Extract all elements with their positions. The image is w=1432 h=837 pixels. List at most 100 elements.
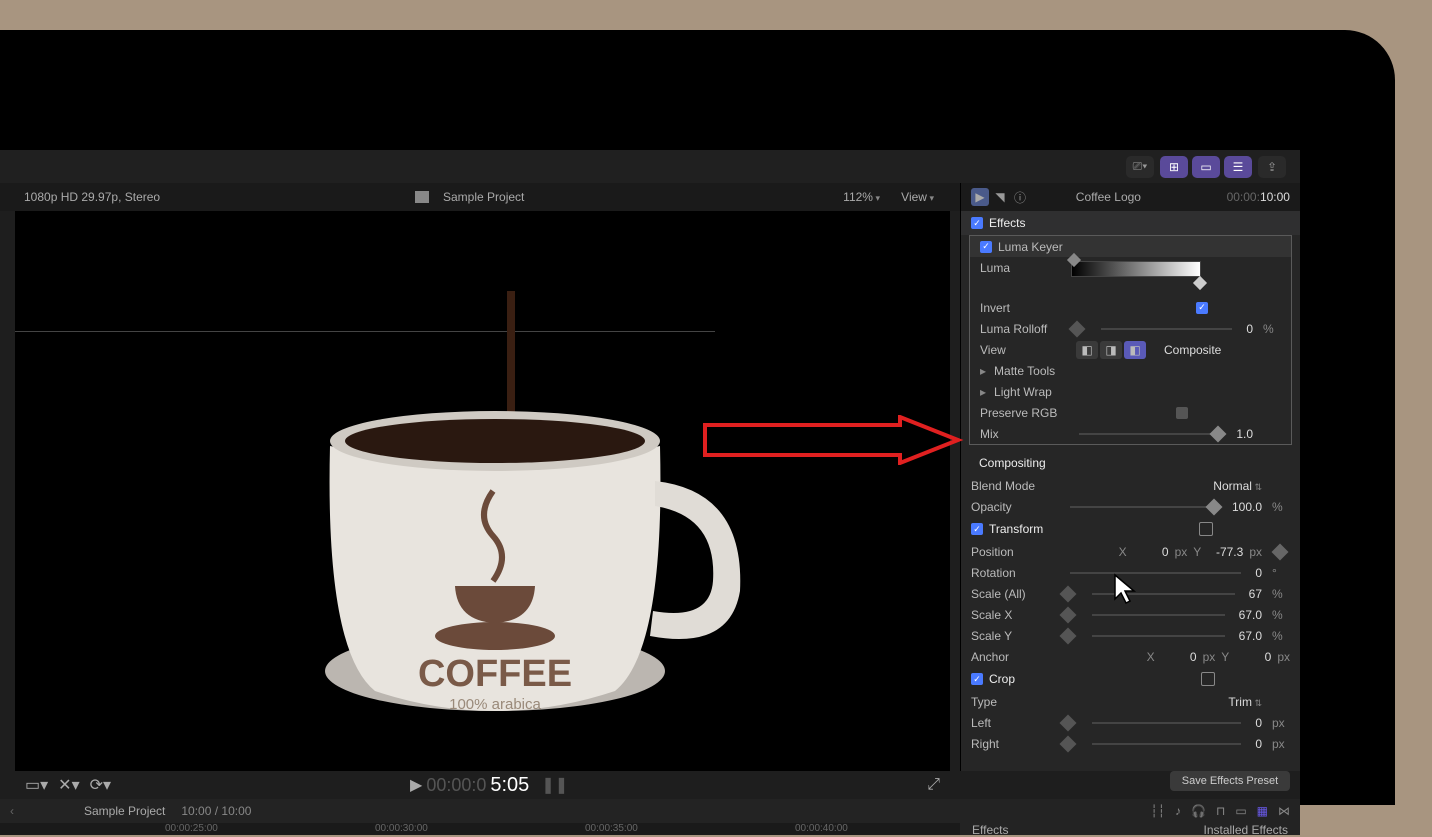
scale-x-slider[interactable] bbox=[1092, 614, 1225, 616]
svg-text:COFFEE: COFFEE bbox=[418, 653, 572, 695]
clip-icon bbox=[415, 191, 429, 203]
rotation-value[interactable]: 0 bbox=[1255, 566, 1266, 580]
skimming-icon[interactable]: ▭ bbox=[1235, 804, 1246, 818]
crop-section-header[interactable]: ✓Crop bbox=[961, 667, 1300, 691]
invert-label: Invert bbox=[980, 301, 1065, 315]
position-label: Position bbox=[971, 545, 1056, 559]
anchor-x-value[interactable]: 0 bbox=[1161, 650, 1197, 664]
layout-grid-icon[interactable]: ⊞ bbox=[1160, 156, 1188, 178]
scale-x-label: Scale X bbox=[971, 608, 1056, 622]
transform-section-header[interactable]: ✓Transform bbox=[961, 517, 1300, 541]
mix-value[interactable]: 1.0 bbox=[1236, 427, 1257, 441]
preserve-rgb-checkbox[interactable] bbox=[1176, 407, 1188, 419]
crop-right-value[interactable]: 0 bbox=[1255, 737, 1266, 751]
playhead-timecode: 5:05 bbox=[490, 774, 529, 797]
invert-checkbox[interactable]: ✓ bbox=[1196, 302, 1208, 314]
layout-timeline-icon[interactable]: ☰ bbox=[1224, 156, 1252, 178]
disclosure-triangle-icon[interactable]: ▸ bbox=[980, 364, 986, 378]
crop-type-value[interactable]: Trim bbox=[1228, 695, 1266, 709]
crop-right-label: Right bbox=[971, 737, 1056, 751]
opacity-slider[interactable] bbox=[1070, 506, 1218, 508]
video-inspector-tab[interactable]: ▶ bbox=[971, 188, 989, 206]
tool-options-icon[interactable]: ✕▾ bbox=[58, 775, 79, 795]
audio-meters-icon[interactable]: ┆┆ bbox=[1151, 804, 1165, 818]
crop-left-value[interactable]: 0 bbox=[1255, 716, 1266, 730]
keyframe-icon[interactable] bbox=[1060, 585, 1077, 602]
connect-icon[interactable]: ⎚▾ bbox=[1126, 156, 1154, 178]
crop-right-slider[interactable] bbox=[1092, 743, 1241, 745]
keyframe-icon[interactable] bbox=[1060, 714, 1077, 731]
retime-options-icon[interactable]: ⟳▾ bbox=[90, 775, 111, 795]
blend-mode-label: Blend Mode bbox=[971, 479, 1056, 493]
headphones-icon[interactable]: 🎧 bbox=[1191, 804, 1206, 818]
fullscreen-icon[interactable]: ⤢ bbox=[927, 776, 940, 794]
matte-tools-label[interactable]: Matte Tools bbox=[994, 364, 1055, 378]
timeline-duration: 10:00 / 10:00 bbox=[181, 804, 251, 818]
crop-left-slider[interactable] bbox=[1092, 722, 1241, 724]
compositing-section-header[interactable]: Compositing bbox=[961, 451, 1300, 475]
clip-name: Coffee Logo bbox=[1076, 190, 1141, 204]
zoom-dropdown[interactable]: 112% bbox=[843, 190, 880, 204]
effects-label[interactable]: Effects bbox=[972, 823, 1008, 835]
scale-all-slider[interactable] bbox=[1092, 593, 1235, 595]
rotation-label: Rotation bbox=[971, 566, 1056, 580]
disclosure-triangle-icon[interactable]: ▸ bbox=[980, 385, 986, 399]
save-effects-preset-button[interactable]: Save Effects Preset bbox=[1170, 771, 1290, 791]
layout-filmstrip-icon[interactable]: ▭ bbox=[1192, 156, 1220, 178]
display-options-icon[interactable]: ▭▾ bbox=[25, 775, 48, 795]
crop-type-label: Type bbox=[971, 695, 1056, 709]
viewer-canvas[interactable]: COFFEE 100% arabica bbox=[15, 211, 950, 771]
keyframe-icon[interactable] bbox=[1069, 320, 1086, 337]
share-icon[interactable]: ⇪ bbox=[1258, 156, 1286, 178]
pause-icon[interactable]: ❚❚ bbox=[541, 775, 568, 795]
keyframe-icon[interactable] bbox=[1060, 735, 1077, 752]
luma-keyer-checkbox[interactable]: ✓ bbox=[980, 241, 992, 253]
effects-section-header[interactable]: ✓Effects bbox=[961, 211, 1300, 235]
light-wrap-label[interactable]: Light Wrap bbox=[994, 385, 1052, 399]
snapping-icon[interactable]: ⊓ bbox=[1216, 804, 1225, 818]
opacity-label: Opacity bbox=[971, 500, 1056, 514]
transform-checkbox[interactable]: ✓ bbox=[971, 523, 983, 535]
keyframe-icon[interactable] bbox=[1272, 543, 1289, 560]
keyframe-icon[interactable] bbox=[1060, 606, 1077, 623]
scale-x-value[interactable]: 67.0 bbox=[1239, 608, 1266, 622]
view-dropdown[interactable]: View bbox=[901, 190, 934, 204]
luma-keyer-title: Luma Keyer bbox=[998, 240, 1063, 254]
audio-skimming-icon[interactable]: ♪ bbox=[1175, 804, 1181, 818]
installed-effects-label[interactable]: Installed Effects bbox=[1204, 823, 1289, 835]
luma-label: Luma bbox=[980, 261, 1065, 275]
rotation-slider[interactable] bbox=[1070, 572, 1241, 574]
rolloff-slider[interactable] bbox=[1101, 328, 1232, 330]
blend-mode-value[interactable]: Normal bbox=[1213, 479, 1266, 493]
effects-browser-icon[interactable]: ⋈ bbox=[1278, 804, 1290, 818]
index-icon[interactable]: ▦ bbox=[1257, 804, 1268, 818]
effects-browser-footer: Effects Installed Effects bbox=[960, 823, 1300, 835]
rolloff-value[interactable]: 0 bbox=[1246, 322, 1257, 336]
info-inspector-tab[interactable]: ⓘ bbox=[1011, 188, 1029, 206]
reset-icon[interactable] bbox=[1201, 672, 1215, 686]
reset-icon[interactable] bbox=[1199, 522, 1213, 536]
scale-all-value[interactable]: 67 bbox=[1249, 587, 1266, 601]
position-x-value[interactable]: 0 bbox=[1133, 545, 1169, 559]
effects-checkbox[interactable]: ✓ bbox=[971, 217, 983, 229]
mix-slider[interactable] bbox=[1079, 433, 1222, 435]
anchor-y-value[interactable]: 0 bbox=[1235, 650, 1271, 664]
scale-y-value[interactable]: 67.0 bbox=[1239, 629, 1266, 643]
preview-content: COFFEE 100% arabica bbox=[235, 291, 755, 751]
viewer-playbar: ▭▾ ✕▾ ⟳▾ ▶ 00:00:05:05 ❚❚ ⤢ bbox=[15, 771, 950, 799]
timeline-nav-back[interactable]: ‹ bbox=[10, 804, 14, 818]
inspector-panel: ✓Effects ✓Luma Keyer Luma Invert ✓ Luma … bbox=[960, 211, 1300, 771]
view-mode-2[interactable]: ◨ bbox=[1100, 341, 1122, 359]
keyframe-icon[interactable] bbox=[1060, 627, 1077, 644]
timeline-project-name: Sample Project bbox=[84, 804, 165, 818]
play-icon[interactable]: ▶ bbox=[410, 775, 422, 795]
opacity-value[interactable]: 100.0 bbox=[1232, 500, 1266, 514]
project-name: Sample Project bbox=[443, 190, 524, 204]
color-inspector-tab[interactable]: ◥ bbox=[991, 188, 1009, 206]
luma-gradient-control[interactable] bbox=[1071, 261, 1201, 285]
view-mode-3[interactable]: ◧ bbox=[1124, 341, 1146, 359]
position-y-value[interactable]: -77.3 bbox=[1207, 545, 1243, 559]
view-mode-1[interactable]: ◧ bbox=[1076, 341, 1098, 359]
crop-checkbox[interactable]: ✓ bbox=[971, 673, 983, 685]
scale-y-slider[interactable] bbox=[1092, 635, 1225, 637]
